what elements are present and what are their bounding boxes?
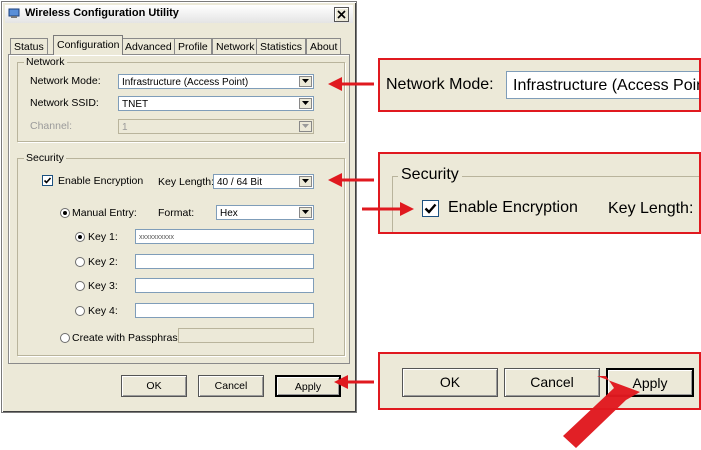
arrow-enable-encryption-icon <box>362 202 414 216</box>
tab-configuration[interactable]: Configuration <box>53 35 124 55</box>
arrow-pointer-apply-icon <box>563 376 640 448</box>
arrow-apply-button-icon <box>334 375 374 389</box>
arrow-key-length-icon <box>328 173 374 187</box>
callout-arrows <box>328 77 640 448</box>
arrow-network-mode-icon <box>328 77 374 91</box>
